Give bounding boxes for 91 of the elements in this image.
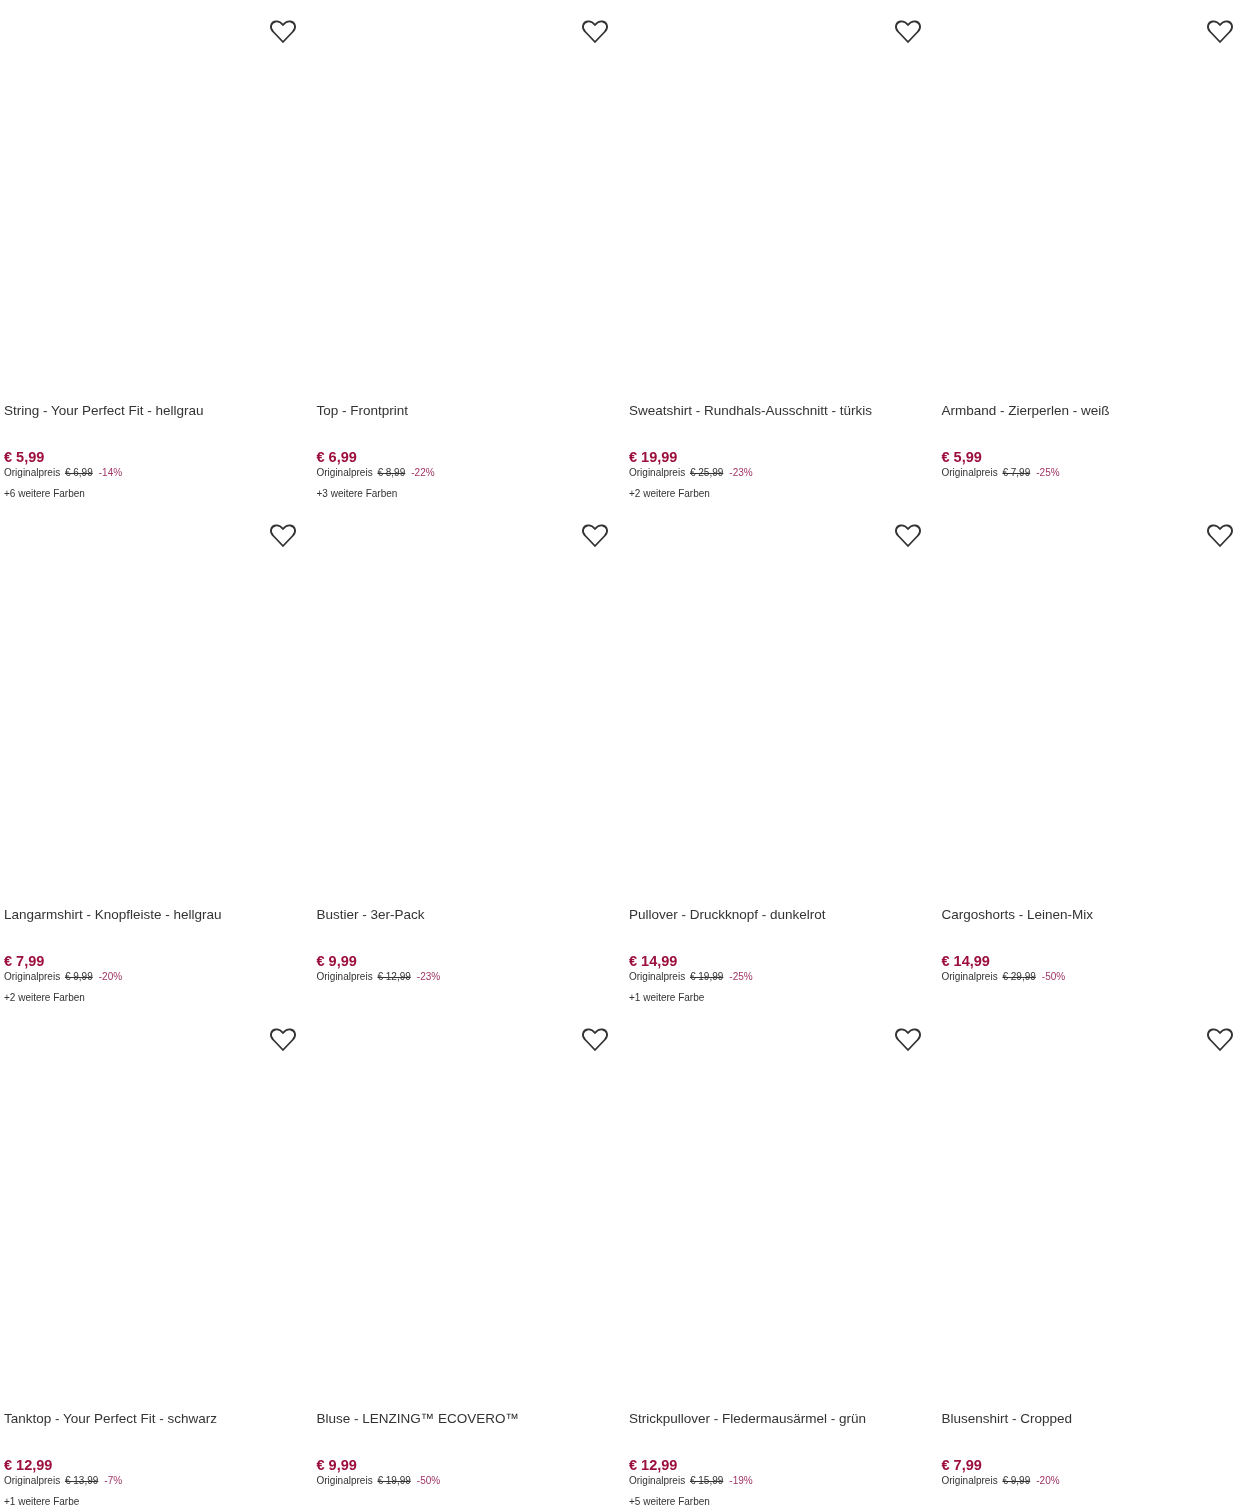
product-title[interactable]: Bluse - LENZING™ ECOVERO™ [316,1410,625,1428]
original-price: € 19,99 [377,1474,411,1488]
original-price-label: Originalpreis [4,1474,61,1488]
discount-percent: -20% [98,970,123,984]
sale-price: € 6,99 [316,448,357,466]
original-price-label: Originalpreis [4,466,61,480]
sale-price: € 14,99 [941,952,990,970]
product-title[interactable]: String - Your Perfect Fit - hellgrau [4,402,313,420]
original-price: € 6,99 [64,466,93,480]
sale-price: € 7,99 [941,1456,982,1474]
heart-icon [1206,1027,1234,1053]
wishlist-button[interactable] [893,19,922,45]
wishlist-button[interactable] [581,1027,609,1053]
original-price: € 25,99 [689,466,724,480]
product-title[interactable]: Tanktop - Your Perfect Fit - schwarz [4,1410,313,1428]
discount-percent: -7% [104,1474,123,1488]
wishlist-button[interactable] [893,1027,922,1053]
more-colors-link[interactable]: +2 weitere Farben [4,991,85,1005]
heart-icon [893,523,922,549]
sale-price: € 19,99 [629,448,678,466]
discount-percent: -25% [1036,466,1060,480]
product-title[interactable]: Sweatshirt - Rundhals-Ausschnitt - türkis [629,402,938,420]
original-price: € 8,99 [377,466,406,480]
wishlist-button[interactable] [1206,523,1234,549]
heart-icon [893,19,922,45]
discount-percent: -23% [729,466,753,480]
original-price-label: Originalpreis [941,1474,998,1488]
discount-percent: -25% [729,970,753,984]
product-title[interactable]: Pullover - Druckknopf - dunkelrot [629,906,938,924]
product-title[interactable]: Blusenshirt - Cropped [941,1410,1250,1428]
heart-icon [581,19,609,45]
wishlist-button[interactable] [268,19,297,45]
wishlist-button[interactable] [1206,19,1234,45]
heart-icon [581,1027,609,1053]
discount-percent: -50% [416,1474,441,1488]
product-title[interactable]: Bustier - 3er-Pack [316,906,625,924]
product-title[interactable]: Armband - Zierperlen - weiß [941,402,1250,420]
product-title[interactable]: Cargoshorts - Leinen-Mix [941,906,1250,924]
discount-percent: -14% [98,466,123,480]
sale-price: € 5,99 [941,448,982,466]
heart-icon [893,1027,922,1053]
sale-price: € 14,99 [629,952,678,970]
more-colors-link[interactable]: +2 weitere Farben [629,487,710,501]
original-price-label: Originalpreis [941,466,998,480]
sale-price: € 7,99 [4,952,45,970]
original-price: € 7,99 [1002,466,1031,480]
original-price: € 12,99 [377,970,411,984]
product-title[interactable]: Top - Frontprint [316,402,625,420]
product-title[interactable]: Strickpullover - Fledermausärmel - grün [629,1410,938,1428]
original-price-label: Originalpreis [941,970,998,984]
original-price-label: Originalpreis [4,970,61,984]
discount-percent: -19% [729,1474,753,1488]
more-colors-link[interactable]: +3 weitere Farben [316,487,398,501]
heart-icon [268,1027,297,1053]
sale-price: € 12,99 [629,1456,678,1474]
sale-price: € 5,99 [4,448,45,466]
heart-icon [268,19,297,45]
wishlist-button[interactable] [1206,1027,1234,1053]
more-colors-link[interactable]: +1 weitere Farbe [4,1495,80,1509]
heart-icon [581,523,609,549]
wishlist-button[interactable] [268,523,297,549]
more-colors-link[interactable]: +1 weitere Farbe [629,991,705,1005]
original-price: € 19,99 [689,970,724,984]
discount-percent: -50% [1041,970,1066,984]
heart-icon [268,523,297,549]
original-price: € 9,99 [1002,1474,1031,1488]
wishlist-button[interactable] [893,523,922,549]
heart-icon [1206,523,1234,549]
sale-price: € 9,99 [316,1456,357,1474]
original-price: € 13,99 [64,1474,99,1488]
more-colors-link[interactable]: +5 weitere Farben [629,1495,710,1509]
product-title[interactable]: Langarmshirt - Knopfleiste - hellgrau [4,906,313,924]
original-price-label: Originalpreis [316,466,373,480]
original-price-label: Originalpreis [629,1474,686,1488]
sale-price: € 9,99 [316,952,357,970]
heart-icon [1206,19,1234,45]
wishlist-button[interactable] [268,1027,297,1053]
wishlist-button[interactable] [581,19,609,45]
original-price-label: Originalpreis [316,1474,373,1488]
original-price: € 15,99 [689,1474,724,1488]
original-price-label: Originalpreis [629,466,686,480]
sale-price: € 12,99 [4,1456,53,1474]
wishlist-button[interactable] [581,523,609,549]
original-price-label: Originalpreis [629,970,686,984]
original-price: € 29,99 [1002,970,1036,984]
discount-percent: -23% [416,970,441,984]
discount-percent: -22% [411,466,435,480]
original-price: € 9,99 [64,970,93,984]
more-colors-link[interactable]: +6 weitere Farben [4,487,85,501]
original-price-label: Originalpreis [316,970,373,984]
discount-percent: -20% [1036,1474,1060,1488]
